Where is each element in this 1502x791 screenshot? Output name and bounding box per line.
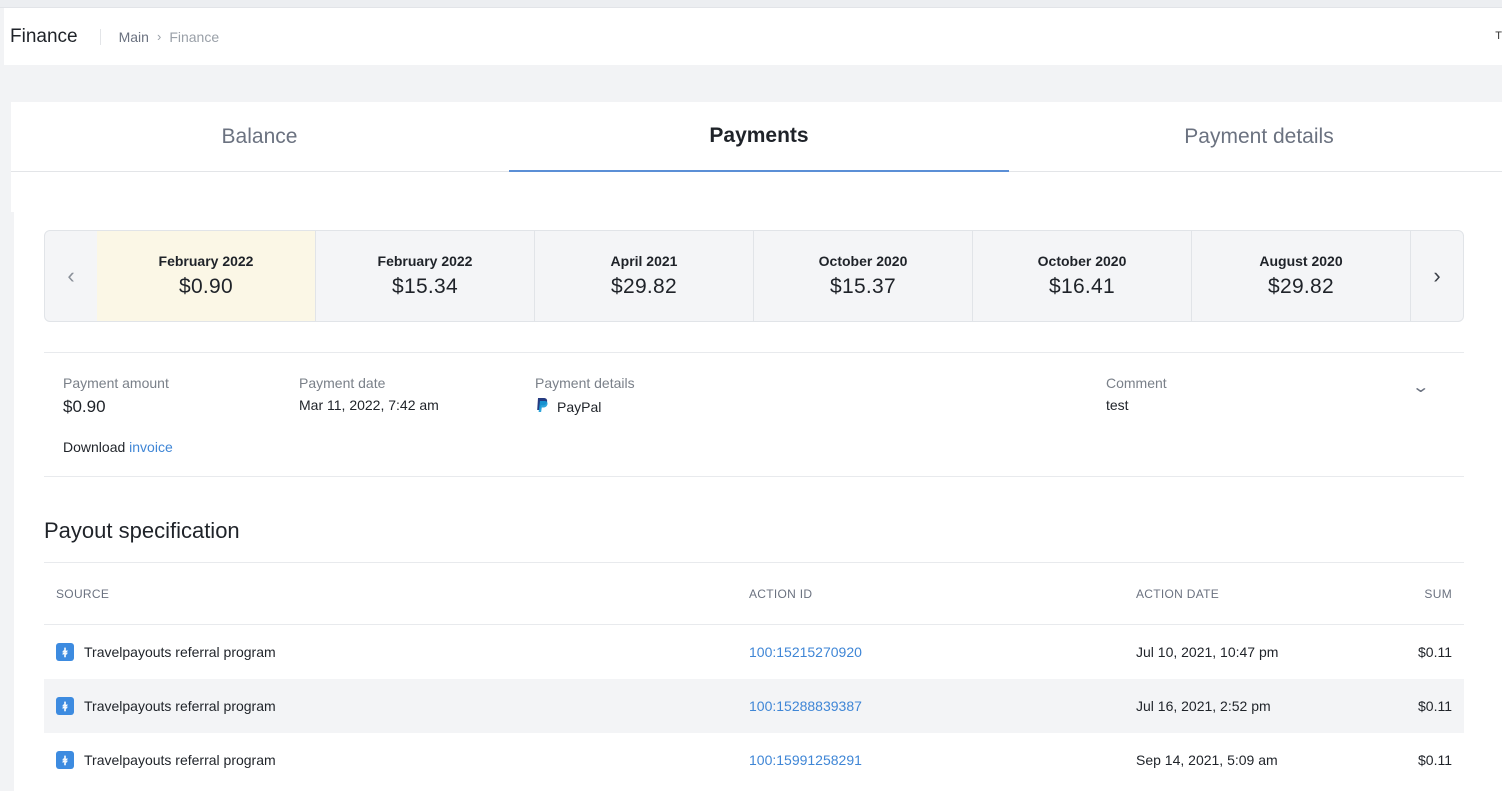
source-name: Travelpayouts referral program xyxy=(84,698,276,714)
payment-details-summary: Payment amount $0.90 Download invoice Pa… xyxy=(44,352,1464,477)
chevron-right-icon: › xyxy=(1433,263,1441,288)
chevron-down-icon[interactable]: ⌄ xyxy=(1411,377,1430,397)
breadcrumb-chevron-icon: › xyxy=(156,29,162,44)
carousel-next-button[interactable]: › xyxy=(1411,231,1463,321)
column-header-action-id[interactable]: ACTION ID xyxy=(749,587,812,601)
payment-details-label: Payment details xyxy=(535,375,635,391)
panel-left-gutter xyxy=(11,212,14,791)
download-invoice-row: Download invoice xyxy=(63,439,173,455)
chevron-left-icon: ‹ xyxy=(67,263,75,288)
column-header-action-date[interactable]: ACTION DATE xyxy=(1136,587,1219,601)
payment-month-item[interactable]: October 2020 $15.37 xyxy=(754,231,973,321)
action-id-link[interactable]: 100:15288839387 xyxy=(749,679,862,733)
browser-top-strip xyxy=(0,0,1502,8)
table-row: ꬸ Travelpayouts referral program 100:152… xyxy=(44,679,1464,733)
page-header: Finance Main › Finance T xyxy=(4,8,1502,65)
payment-month-amount: $29.82 xyxy=(1267,275,1335,298)
action-date: Sep 14, 2021, 5:09 am xyxy=(1136,752,1278,768)
download-label: Download xyxy=(63,439,126,455)
payment-month-amount: $15.37 xyxy=(829,275,897,298)
payments-carousel: ‹ February 2022 $0.90 February 2022 $15.… xyxy=(44,230,1464,322)
column-header-source[interactable]: SOURCE xyxy=(56,587,109,601)
payment-date-block: Payment date Mar 11, 2022, 7:42 am xyxy=(299,375,439,413)
sum-value: $0.11 xyxy=(1418,752,1452,768)
payment-month-item[interactable]: October 2020 $16.41 xyxy=(973,231,1192,321)
travelpayouts-icon: ꬸ xyxy=(56,751,74,769)
payout-table-header: SOURCE ACTION ID ACTION DATE SUM xyxy=(44,562,1464,625)
travelpayouts-icon: ꬸ xyxy=(56,643,74,661)
payment-date-value: Mar 11, 2022, 7:42 am xyxy=(299,397,439,413)
payment-comment-value: test xyxy=(1106,397,1129,413)
source-cell: ꬸ Travelpayouts referral program xyxy=(56,679,276,733)
payout-table: SOURCE ACTION ID ACTION DATE SUM ꬸ Trave… xyxy=(44,562,1464,787)
payment-amount-value: $0.90 xyxy=(63,397,106,416)
payment-date-label: Payment date xyxy=(299,375,386,391)
source-cell: ꬸ Travelpayouts referral program xyxy=(56,733,276,787)
payment-month-amount: $16.41 xyxy=(1048,275,1116,298)
payment-month-amount: $0.90 xyxy=(178,275,234,298)
payment-month-label: October 2020 xyxy=(1037,253,1127,269)
sum-value: $0.11 xyxy=(1418,698,1452,714)
payments-panel: ‹ February 2022 $0.90 February 2022 $15.… xyxy=(11,172,1502,791)
payment-month-amount: $29.82 xyxy=(610,275,678,298)
finance-tabs: Balance Payments Payment details xyxy=(11,102,1502,172)
payment-month-item[interactable]: August 2020 $29.82 xyxy=(1192,231,1411,321)
payment-month-label: October 2020 xyxy=(818,253,908,269)
tab-payments[interactable]: Payments xyxy=(509,102,1009,172)
payment-method: PayPal xyxy=(535,397,635,416)
source-name: Travelpayouts referral program xyxy=(84,752,276,768)
breadcrumb-current: Finance xyxy=(169,28,220,45)
payment-month-item[interactable]: February 2022 $15.34 xyxy=(316,231,535,321)
action-id-link[interactable]: 100:15215270920 xyxy=(749,625,862,679)
payment-comment-label: Comment xyxy=(1106,375,1167,391)
breadcrumb: Main › Finance xyxy=(119,29,220,45)
payment-month-label: February 2022 xyxy=(377,253,473,269)
sum-value: $0.11 xyxy=(1418,644,1452,660)
action-id-link[interactable]: 100:15991258291 xyxy=(749,733,862,787)
payment-method-name: PayPal xyxy=(557,398,602,415)
column-header-sum[interactable]: SUM xyxy=(1424,587,1452,601)
payment-amount-block: Payment amount $0.90 xyxy=(63,375,169,417)
payment-month-amount: $15.34 xyxy=(391,275,459,298)
carousel-prev-button[interactable]: ‹ xyxy=(45,231,97,321)
travelpayouts-icon: ꬸ xyxy=(56,697,74,715)
header-divider xyxy=(99,28,101,45)
payment-month-item[interactable]: February 2022 $0.90 xyxy=(97,231,316,321)
payment-month-label: February 2022 xyxy=(158,253,254,269)
breadcrumb-main-link[interactable]: Main xyxy=(119,29,149,45)
tab-payment-details[interactable]: Payment details xyxy=(1009,102,1502,172)
payment-month-item[interactable]: April 2021 $29.82 xyxy=(535,231,754,321)
action-date: Jul 10, 2021, 10:47 pm xyxy=(1136,644,1279,660)
payment-month-label: August 2020 xyxy=(1259,253,1343,269)
tab-balance[interactable]: Balance xyxy=(11,102,508,172)
payment-amount-label: Payment amount xyxy=(63,375,169,391)
page-title: Finance xyxy=(10,25,78,47)
table-row: ꬸ Travelpayouts referral program 100:152… xyxy=(44,625,1464,679)
payment-month-label: April 2021 xyxy=(610,253,678,269)
source-cell: ꬸ Travelpayouts referral program xyxy=(56,625,276,679)
payment-method-block: Payment details PayPal xyxy=(535,375,635,416)
payout-specification-title: Payout specification xyxy=(44,518,240,543)
source-name: Travelpayouts referral program xyxy=(84,644,276,660)
header-edge-text: T xyxy=(1495,30,1502,42)
invoice-link[interactable]: invoice xyxy=(129,439,173,455)
action-date: Jul 16, 2021, 2:52 pm xyxy=(1136,698,1271,714)
table-row: ꬸ Travelpayouts referral program 100:159… xyxy=(44,733,1464,787)
payment-comment-block: Comment test xyxy=(1106,375,1167,413)
paypal-icon xyxy=(535,397,549,416)
